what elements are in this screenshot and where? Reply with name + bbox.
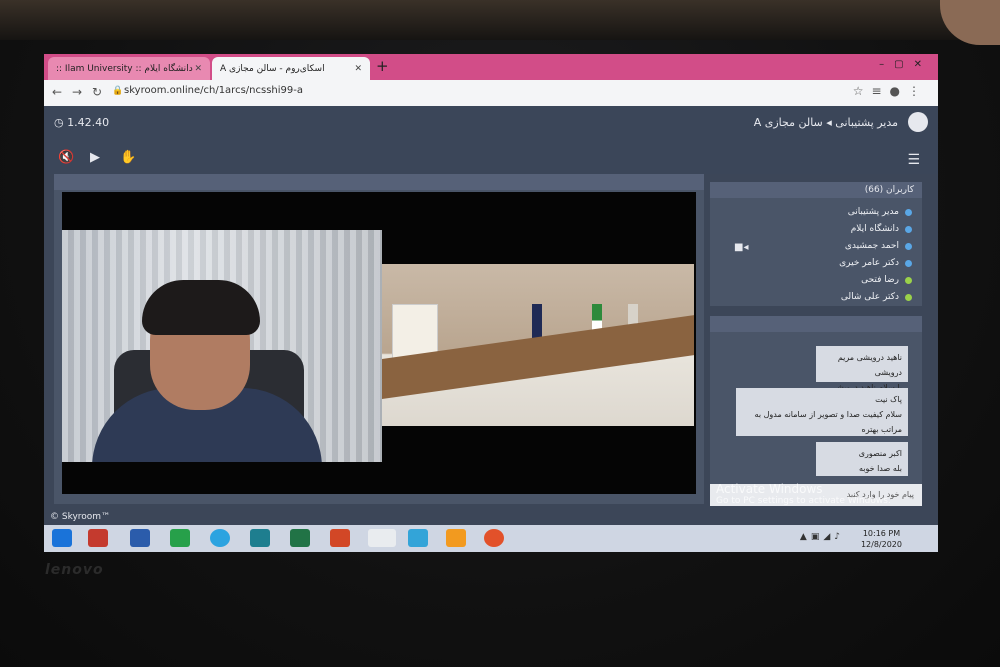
tab-label: اسکای‌روم - سالن مجازی A — [220, 63, 325, 74]
user-icon — [905, 209, 912, 216]
play-icon[interactable]: ▶ — [90, 150, 100, 165]
user-name: احمد جمشیدی — [844, 241, 899, 251]
word-icon[interactable] — [130, 529, 150, 547]
list-item[interactable]: دکتر عامر خیری — [742, 255, 912, 272]
user-icon — [905, 294, 912, 301]
user-name: مدیر پشتیبانی — [847, 207, 899, 217]
network-icon[interactable] — [250, 529, 270, 547]
window-controls[interactable]: –▢✕ — [879, 59, 932, 70]
user-avatar-icon[interactable] — [908, 112, 928, 132]
taskbar-clock[interactable]: 10:16 PM 12/8/2020 — [861, 528, 902, 550]
chat-text: سلام کیفیت صدا و تصویر از سامانه مدول به… — [754, 410, 902, 434]
speaker-hair — [142, 280, 260, 335]
list-item[interactable]: دانشگاه ایلام — [742, 221, 912, 238]
lock-icon: 🔒 — [112, 86, 124, 96]
chat-panel: ناهید درویشی مریم درویشی با سلام ناهید د… — [710, 316, 922, 506]
user-name: دکتر علی شالی — [840, 292, 899, 302]
chat-text: بله صدا خوبه — [858, 464, 902, 473]
video-area — [62, 192, 696, 494]
media-player-icon[interactable] — [446, 529, 466, 547]
lenovo-logo: lenovo — [45, 562, 104, 578]
firefox-icon[interactable] — [484, 529, 504, 547]
system-tray[interactable]: ▲▣◢♪ — [800, 532, 844, 542]
mute-icon[interactable]: 🔇 — [58, 150, 74, 165]
start-icon[interactable] — [52, 529, 72, 547]
star-icon[interactable]: ☆≡●⋮ — [853, 84, 928, 98]
clock-date: 12/8/2020 — [860, 540, 902, 549]
tab-ilam-university[interactable]: :: Ilam University :: دانشگاه ایلام ✕ — [48, 57, 210, 80]
chat-header — [710, 316, 922, 332]
chat-message: پاک نیت سلام کیفیت صدا و تصویر از سامانه… — [736, 388, 908, 436]
watermark-subtitle: Go to PC settings to activate Windows. — [716, 496, 891, 506]
app-icon[interactable] — [408, 529, 428, 547]
raise-hand-icon[interactable]: ✋ — [120, 150, 136, 165]
speaker-video — [62, 230, 382, 462]
close-icon[interactable]: ✕ — [354, 64, 362, 74]
chat-message: ناهید درویشی مریم درویشی با سلام ناهید د… — [816, 346, 908, 392]
tab-skyroom[interactable]: اسکای‌روم - سالن مجازی A ✕ — [212, 57, 370, 80]
reload-icon[interactable]: ↻ — [92, 85, 102, 99]
users-panel: کاربران (66) ■◂ مدیر پشتیبانی دانشگاه ای… — [710, 182, 922, 306]
spss-icon[interactable] — [88, 529, 108, 547]
forward-icon[interactable]: → — [72, 85, 82, 99]
watermark-title: Activate Windows — [716, 482, 823, 496]
chat-message: اکبر منصوری بله صدا خوبه — [816, 442, 908, 476]
chrome-icon[interactable] — [368, 529, 396, 547]
users-header: کاربران (66) — [710, 182, 922, 198]
chat-sender: اکبر منصوری — [858, 449, 902, 458]
user-name: رضا فتحی — [861, 275, 899, 285]
excel-icon[interactable] — [290, 529, 310, 547]
store-icon[interactable] — [170, 529, 190, 547]
list-item[interactable]: مدیر پشتیبانی — [742, 204, 912, 221]
address-bar: ← → ↻ 🔒 skyroom.online/ch/1arcs/ncsshi99… — [44, 80, 938, 107]
windows-taskbar: ▲▣◢♪ 10:16 PM 12/8/2020 — [44, 525, 938, 552]
user-icon — [905, 226, 912, 233]
url-field[interactable]: skyroom.online/ch/1arcs/ncsshi99-a — [124, 85, 303, 96]
video-panel — [54, 174, 704, 504]
new-tab-button[interactable]: + — [376, 57, 389, 75]
back-icon[interactable]: ← — [52, 85, 62, 99]
clock-time: 10:16 PM — [862, 529, 901, 538]
list-item[interactable]: رضا فتحی — [742, 272, 912, 289]
timer-value: 1.42.40 — [67, 116, 110, 129]
background-table — [0, 0, 1000, 40]
conference-room-video — [382, 264, 694, 426]
menu-icon[interactable]: ☰ — [907, 152, 920, 168]
user-list: مدیر پشتیبانی دانشگاه ایلام احمد جمشیدی … — [742, 204, 912, 306]
laptop-screen: :: Ilam University :: دانشگاه ایلام ✕ اس… — [44, 54, 938, 552]
browser-tabbar: :: Ilam University :: دانشگاه ایلام ✕ اس… — [44, 54, 938, 80]
user-name: دکتر عامر خیری — [839, 258, 899, 268]
session-timer: ◷ 1.42.40 — [54, 116, 110, 129]
app-toolbar: 🔇 ▶ ✋ ☰ — [44, 144, 938, 174]
list-item[interactable]: احمد جمشیدی — [742, 238, 912, 255]
powerpoint-icon[interactable] — [330, 529, 350, 547]
close-icon[interactable]: ✕ — [194, 64, 202, 74]
activate-windows-watermark: Activate Windows Go to PC settings to ac… — [716, 482, 891, 506]
tab-label: :: Ilam University :: دانشگاه ایلام — [56, 63, 193, 74]
list-item[interactable]: دکتر علی شالی — [742, 289, 912, 306]
user-name: دانشگاه ایلام — [850, 224, 899, 234]
user-icon — [905, 243, 912, 250]
user-icon — [905, 277, 912, 284]
user-icon — [905, 260, 912, 267]
video-panel-header — [54, 174, 704, 190]
breadcrumb: مدیر پشتیبانی ◂ سالن مجازی A — [753, 116, 898, 129]
app-footer: © Skyroom™ — [50, 512, 111, 522]
telegram-icon[interactable] — [210, 529, 230, 547]
chat-sender: ناهید درویشی مریم درویشی — [837, 353, 902, 377]
app-header: ◷ 1.42.40 مدیر پشتیبانی ◂ سالن مجازی A — [44, 106, 938, 144]
chat-sender: پاک نیت — [875, 395, 902, 404]
